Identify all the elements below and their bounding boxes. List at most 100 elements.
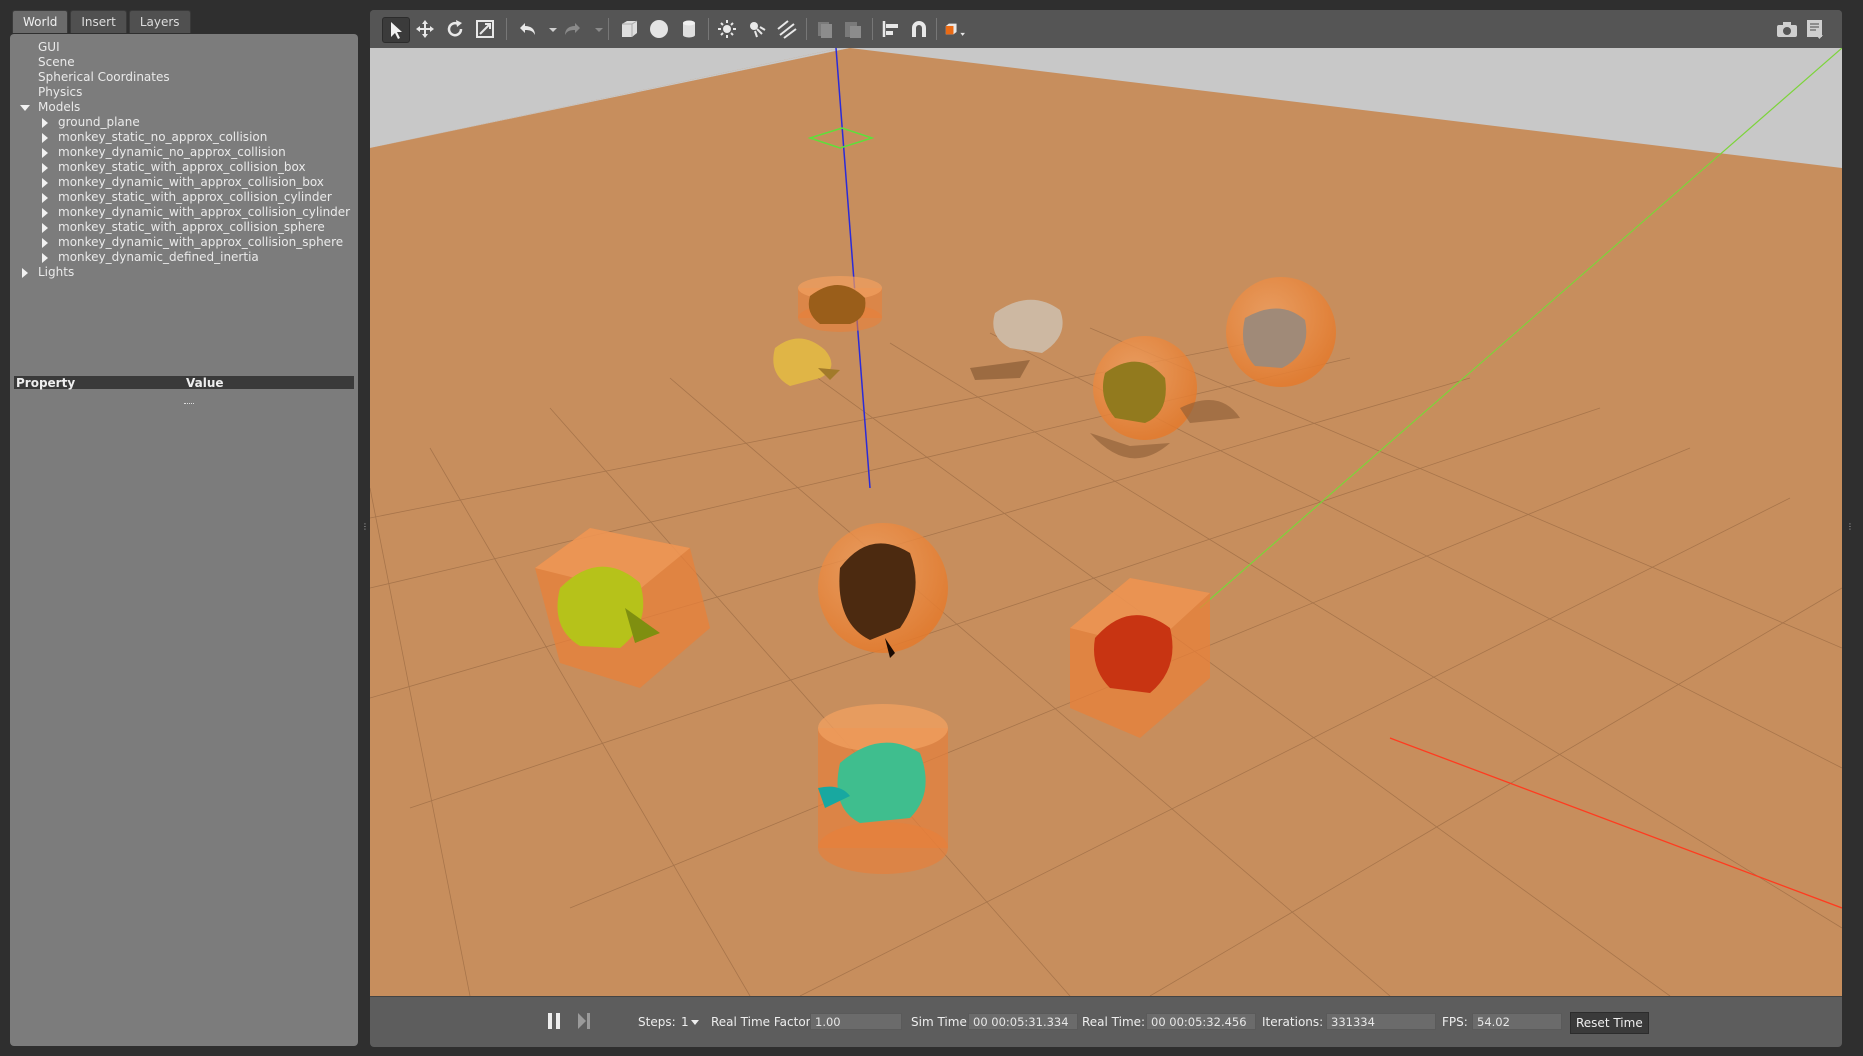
- screenshot-icon[interactable]: [1774, 17, 1800, 41]
- real-time-label: Real Time:: [1082, 1015, 1146, 1029]
- log-icon[interactable]: [1802, 17, 1828, 41]
- tree-item-label: Scene: [38, 55, 75, 69]
- expand-right-icon[interactable]: [40, 130, 50, 145]
- expand-right-icon[interactable]: [40, 235, 50, 250]
- expand-right-icon[interactable]: [40, 250, 50, 265]
- expand-right-icon[interactable]: [40, 220, 50, 235]
- select-arrow-icon[interactable]: [382, 17, 410, 43]
- tree-item[interactable]: monkey_dynamic_with_approx_collision_box: [10, 175, 358, 190]
- point-light-icon[interactable]: [714, 17, 740, 41]
- tree-item-label: Lights: [38, 265, 75, 279]
- reset-time-button[interactable]: Reset Time: [1570, 1012, 1649, 1034]
- tree-item[interactable]: Physics: [10, 85, 358, 100]
- tree-item[interactable]: monkey_static_with_approx_collision_cyli…: [10, 190, 358, 205]
- tree-item[interactable]: ground_plane: [10, 115, 358, 130]
- scene-render[interactable]: [370, 48, 1842, 996]
- sim-time-field: 00 00:05:31.334: [968, 1013, 1078, 1030]
- expand-right-icon[interactable]: [40, 205, 50, 220]
- sphere-shape-icon[interactable]: [646, 17, 672, 41]
- rtf-label: Real Time Factor:: [711, 1015, 815, 1029]
- expand-right-icon[interactable]: [40, 145, 50, 160]
- steps-label: Steps:: [638, 1015, 676, 1029]
- undo-icon[interactable]: [514, 17, 540, 41]
- main-toolbar: [370, 10, 1842, 49]
- directional-light-icon[interactable]: [774, 17, 800, 41]
- steps-value[interactable]: 1: [681, 1013, 689, 1031]
- panel-splitter-grip[interactable]: [184, 403, 194, 408]
- pause-icon[interactable]: [546, 1011, 562, 1031]
- tree-item[interactable]: monkey_dynamic_no_approx_collision: [10, 145, 358, 160]
- world-tree-panel: GUI Scene Spherical Coordinates Physics Mode…: [10, 34, 358, 1046]
- fps-field: 54.02: [1472, 1013, 1562, 1030]
- property-table-header: Property Value: [14, 376, 354, 390]
- rtf-field: 1.00: [810, 1013, 902, 1030]
- tree-item[interactable]: monkey_static_no_approx_collision: [10, 130, 358, 145]
- copy-icon[interactable]: [812, 17, 838, 41]
- tree-item-label: monkey_static_with_approx_collision_sphe…: [58, 220, 325, 234]
- fps-label: FPS:: [1442, 1015, 1468, 1029]
- expand-right-icon[interactable]: [40, 115, 50, 130]
- rotate-icon[interactable]: [442, 17, 468, 41]
- left-resize-handle[interactable]: ⋮: [361, 523, 369, 535]
- paste-icon[interactable]: [840, 17, 866, 41]
- ground-surface: [370, 48, 1842, 996]
- real-time-field: 00 00:05:32.456: [1146, 1013, 1256, 1030]
- translate-icon[interactable]: [412, 17, 438, 41]
- scene-panel: Steps: 1 Real Time Factor: 1.00 Sim Time…: [370, 10, 1842, 1047]
- status-bar: Steps: 1 Real Time Factor: 1.00 Sim Time…: [370, 996, 1842, 1047]
- cylinder-shape-icon[interactable]: [676, 17, 702, 41]
- monkey-static-cylinder[interactable]: [798, 276, 882, 332]
- expand-right-icon[interactable]: [40, 175, 50, 190]
- left-panel: World Insert Layers GUI Scene Spherical Co…: [0, 0, 369, 1056]
- redo-dropdown-icon[interactable]: [586, 17, 603, 41]
- tree-item-label: monkey_static_with_approx_collision_cyli…: [58, 190, 332, 204]
- monkey-static-sphere-grey[interactable]: [1226, 277, 1336, 387]
- spot-light-icon[interactable]: [744, 17, 770, 41]
- iterations-field: 331334: [1326, 1013, 1436, 1030]
- step-forward-icon[interactable]: [576, 1011, 592, 1031]
- steps-dropdown-icon[interactable]: [691, 1020, 699, 1025]
- tree-item-label: monkey_dynamic_with_approx_collision_box: [58, 175, 324, 189]
- right-resize-handle[interactable]: ⋮: [1846, 523, 1854, 535]
- expand-down-icon[interactable]: [20, 100, 30, 115]
- monkey-dynamic-cylinder-teal[interactable]: [818, 704, 948, 874]
- tree-item[interactable]: Lights: [10, 265, 358, 280]
- tab-world[interactable]: World: [12, 10, 69, 33]
- tree-item-label: ground_plane: [58, 115, 140, 129]
- tree-item-label: Models: [38, 100, 81, 114]
- tree-item-label: Spherical Coordinates: [38, 70, 170, 84]
- model-tree: GUI Scene Spherical Coordinates Physics Mode…: [10, 40, 358, 280]
- expand-right-icon[interactable]: [40, 190, 50, 205]
- sim-time-label: Sim Time:: [911, 1015, 971, 1029]
- tree-item[interactable]: Spherical Coordinates: [10, 70, 358, 85]
- tree-item[interactable]: monkey_dynamic_with_approx_collision_sph…: [10, 235, 358, 250]
- tree-item[interactable]: Models: [10, 100, 358, 115]
- tree-item[interactable]: monkey_dynamic_with_approx_collision_cyl…: [10, 205, 358, 220]
- expand-right-icon[interactable]: [20, 265, 30, 280]
- tree-item-label: GUI: [38, 40, 60, 54]
- tab-insert[interactable]: Insert: [70, 10, 127, 33]
- tab-layers[interactable]: Layers: [128, 10, 191, 33]
- tree-item[interactable]: monkey_static_with_approx_collision_box: [10, 160, 358, 175]
- tree-item-label: monkey_dynamic_with_approx_collision_sph…: [58, 235, 344, 249]
- property-column-header: Property: [16, 376, 76, 390]
- view-angle-icon[interactable]: [942, 17, 976, 41]
- tree-item-label: monkey_static_no_approx_collision: [58, 130, 268, 144]
- tree-item[interactable]: monkey_static_with_approx_collision_sphe…: [10, 220, 358, 235]
- tree-item-label: monkey_dynamic_with_approx_collision_cyl…: [58, 205, 351, 219]
- 3d-viewport[interactable]: [370, 48, 1842, 996]
- iterations-label: Iterations:: [1262, 1015, 1324, 1029]
- tree-item[interactable]: Scene: [10, 55, 358, 70]
- tree-item-label: monkey_static_with_approx_collision_box: [58, 160, 306, 174]
- align-icon[interactable]: [878, 17, 904, 41]
- undo-dropdown-icon[interactable]: [540, 17, 557, 41]
- tree-item[interactable]: GUI: [10, 40, 358, 55]
- snap-magnet-icon[interactable]: [906, 17, 932, 41]
- scale-icon[interactable]: [472, 17, 498, 41]
- tree-item-label: monkey_dynamic_no_approx_collision: [58, 145, 286, 159]
- redo-icon[interactable]: [560, 17, 586, 41]
- expand-right-icon[interactable]: [40, 160, 50, 175]
- tree-item[interactable]: monkey_dynamic_defined_inertia: [10, 250, 358, 265]
- value-column-header: Value: [186, 376, 224, 390]
- box-shape-icon[interactable]: [616, 17, 642, 41]
